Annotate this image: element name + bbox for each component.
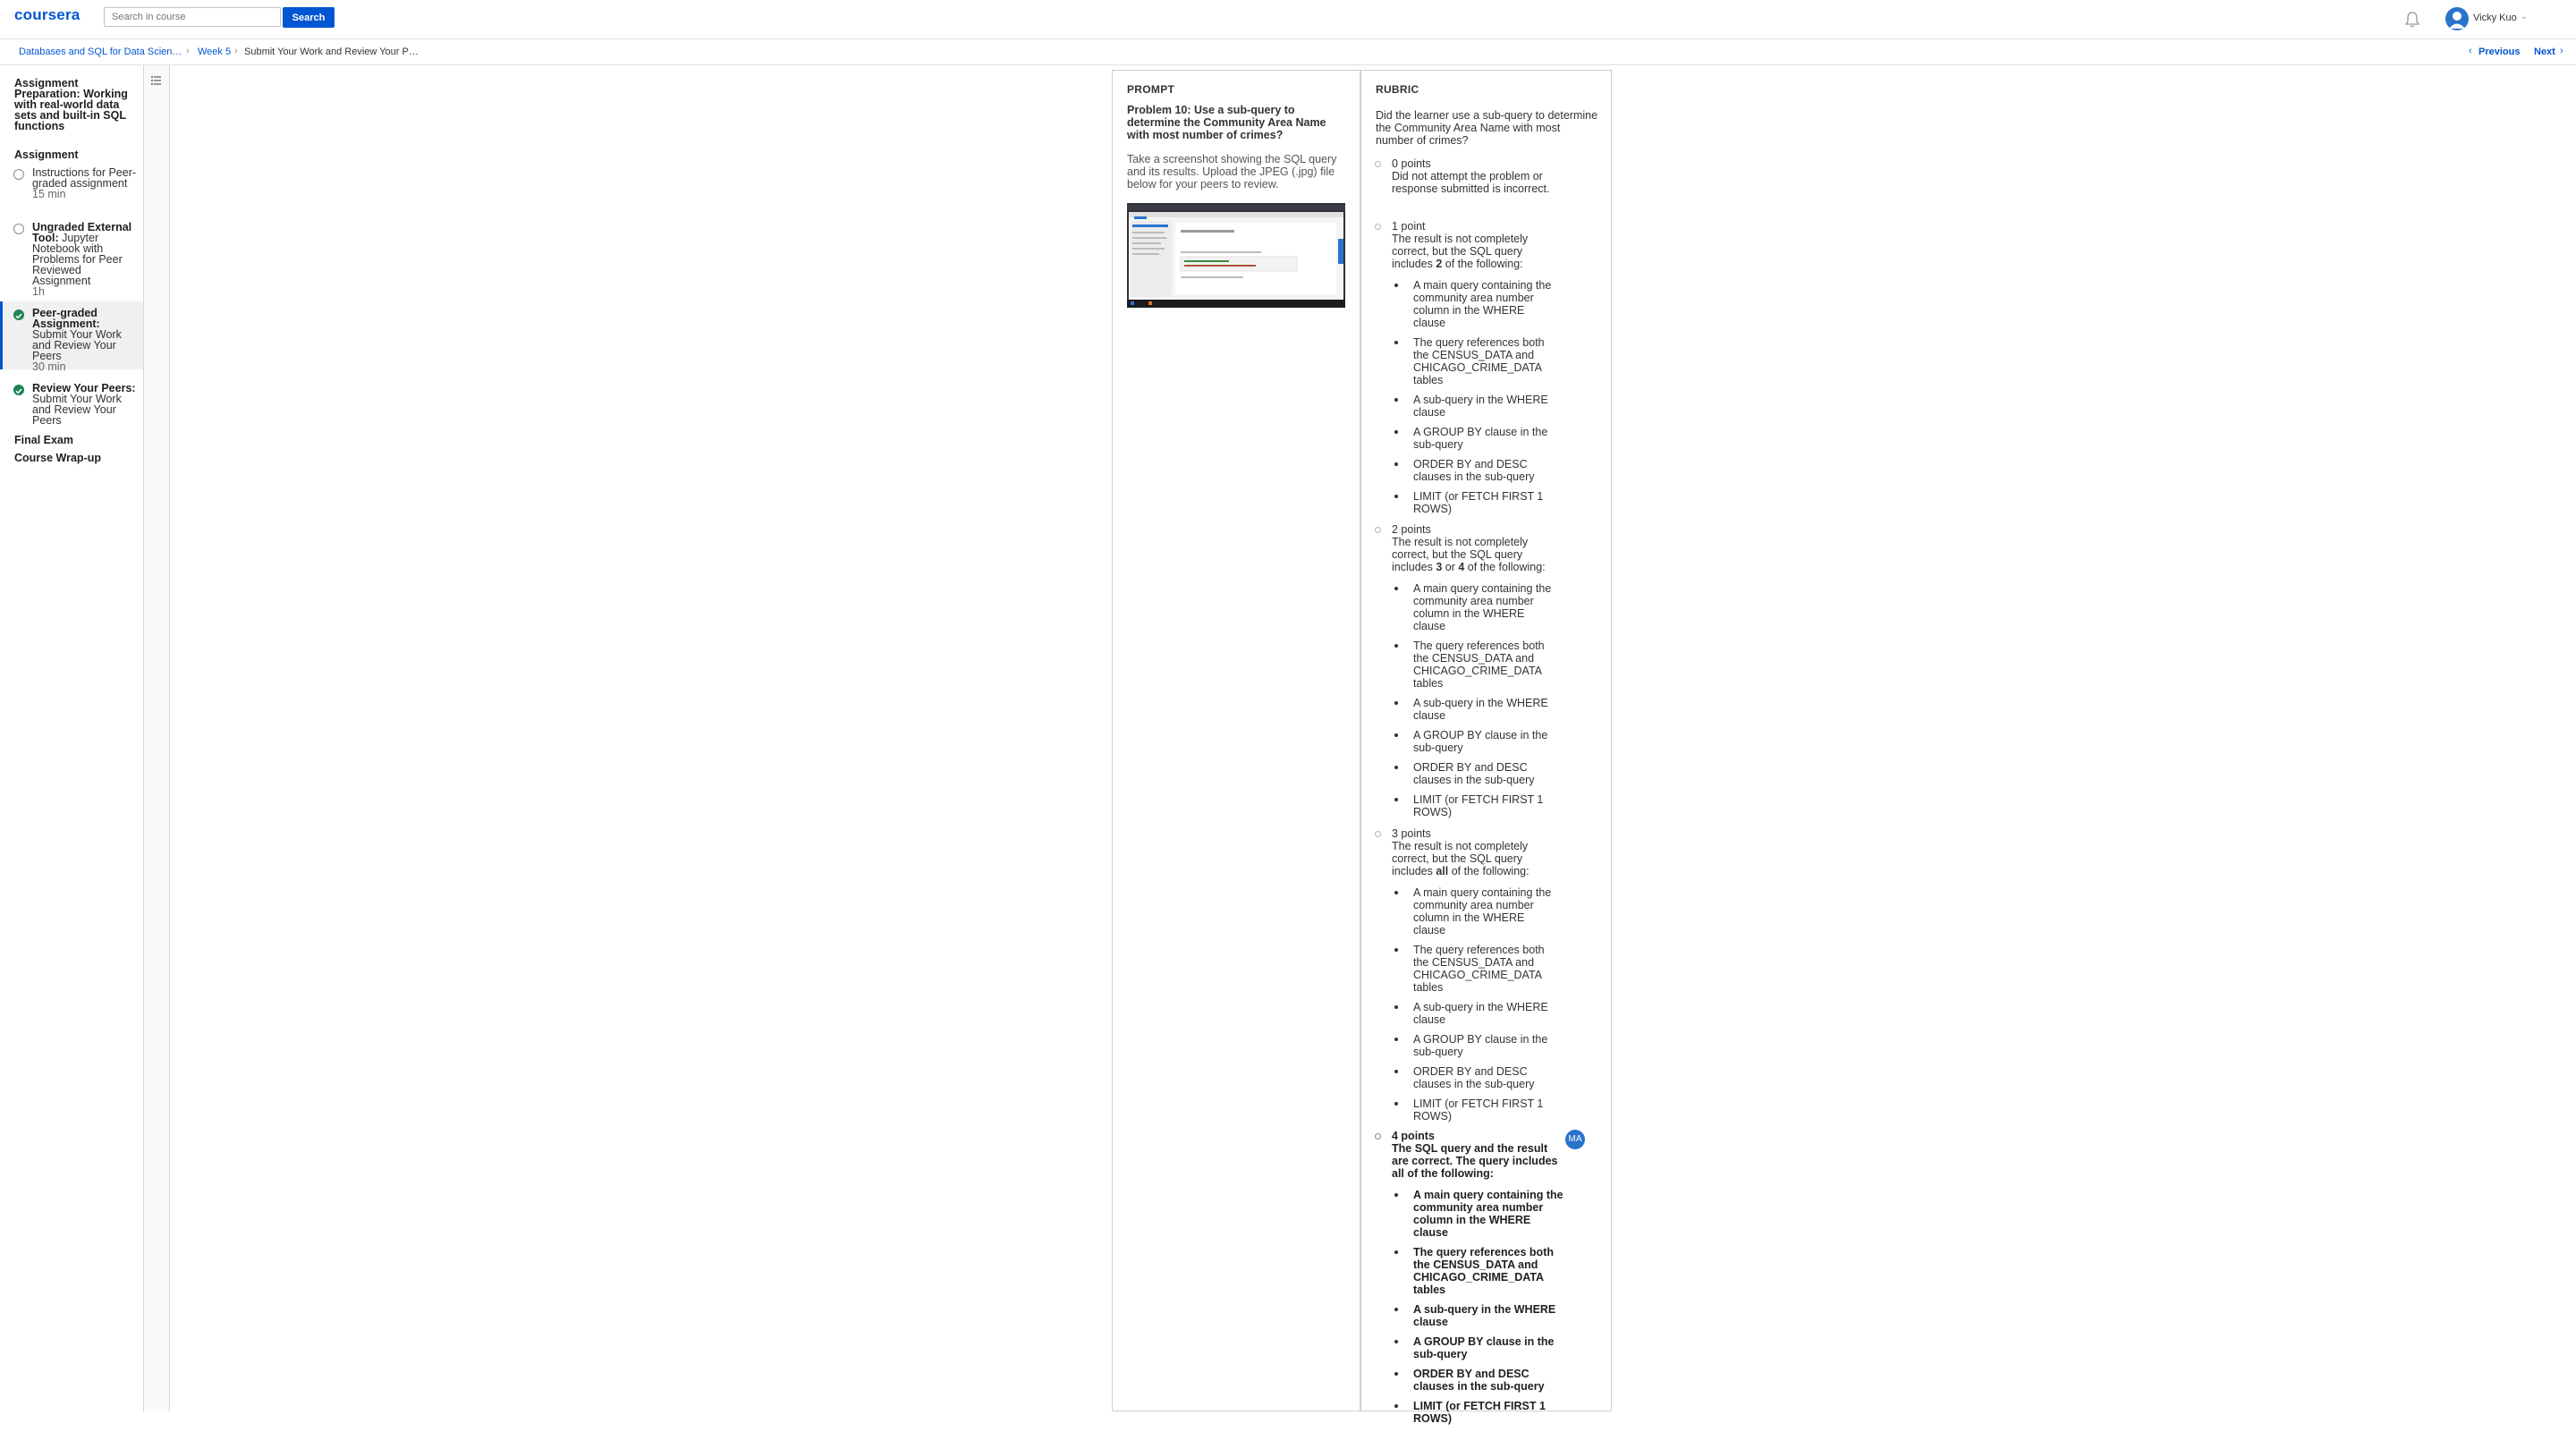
criteria-list: A main query containing the community ar… — [1392, 279, 1563, 515]
criteria-item: A main query containing the community ar… — [1392, 1189, 1565, 1239]
sidebar-item-title: Submit Your Work and Review Your Peers — [32, 328, 122, 362]
top-bar: coursera Search Vicky Kuo ⌄ — [0, 0, 2576, 39]
reading-icon — [13, 169, 24, 180]
breadcrumb-week[interactable]: Week 5 — [198, 47, 231, 57]
criteria-item: ORDER BY and DESC clauses in the sub-que… — [1392, 761, 1556, 786]
radio-button[interactable] — [1375, 831, 1381, 837]
criteria-item: A main query containing the community ar… — [1392, 279, 1556, 329]
criteria-item: A GROUP BY clause in the sub-query — [1392, 729, 1556, 754]
criteria-item: LIMIT (or FETCH FIRST 1 ROWS) — [1392, 490, 1556, 515]
toc-strip — [144, 65, 170, 1411]
radio-button[interactable] — [1375, 161, 1381, 167]
criteria-item: ORDER BY and DESC clauses in the sub-que… — [1392, 458, 1556, 483]
criteria-item: The query references both the CENSUS_DAT… — [1392, 336, 1556, 386]
radio-button[interactable] — [1375, 527, 1381, 533]
radio-button[interactable] — [1375, 1133, 1381, 1140]
criteria-item: A GROUP BY clause in the sub-query — [1392, 426, 1556, 451]
sidebar-item-type: Peer-graded Assignment: — [32, 307, 100, 330]
rubric-option-points: 4 points — [1392, 1130, 1435, 1142]
rubric-label: RUBRIC — [1376, 83, 1419, 96]
sidebar-item-duration: 1h — [32, 285, 45, 298]
criteria-item: A sub-query in the WHERE clause — [1392, 1303, 1565, 1328]
rubric-question: Did the learner use a sub-query to deter… — [1376, 109, 1598, 147]
course-sidebar: Assignment Preparation: Working with rea… — [0, 65, 144, 1411]
criteria-item: The query references both the CENSUS_DAT… — [1392, 944, 1556, 994]
criteria-item: A main query containing the community ar… — [1392, 582, 1556, 632]
sidebar-item-title: Instructions for Peer-graded assignment — [32, 166, 137, 190]
prompt-body: Take a screenshot showing the SQL query … — [1127, 153, 1337, 191]
sidebar-section-wrapup[interactable]: Course Wrap-up — [14, 453, 131, 464]
breadcrumb-current: Submit Your Work and Review Your P… — [244, 47, 419, 57]
user-avatar-icon[interactable] — [2445, 7, 2469, 30]
previous-button[interactable]: Previous — [2479, 47, 2520, 57]
prompt-title: Problem 10: Use a sub-query to determine… — [1127, 104, 1326, 141]
breadcrumb-course[interactable]: Databases and SQL for Data Scien… — [19, 47, 182, 57]
rubric-option-text: Did not attempt the problem or response … — [1392, 170, 1550, 195]
rubric-option-text: The SQL query and the result are correct… — [1392, 1142, 1558, 1180]
sidebar-item-jupyter[interactable]: Ungraded External Tool: Jupyter Notebook… — [0, 222, 143, 297]
sidebar-lesson-title[interactable]: Assignment Preparation: Working with rea… — [14, 78, 131, 132]
criteria-list: A main query containing the community ar… — [1392, 886, 1563, 1123]
list-icon[interactable] — [150, 75, 161, 86]
search-input[interactable] — [104, 7, 281, 27]
checkmark-icon — [13, 385, 24, 395]
prompt-label: PROMPT — [1127, 83, 1175, 96]
next-button[interactable]: Next — [2534, 47, 2555, 57]
rubric-card: RUBRIC Did the learner use a sub-query t… — [1360, 70, 1612, 1425]
chevron-down-icon[interactable]: ⌄ — [2521, 12, 2528, 21]
rubric-option-text: The result is not completely correct, bu… — [1392, 536, 1546, 573]
coursera-logo[interactable]: coursera — [14, 6, 80, 24]
criteria-list: A main query containing the community ar… — [1392, 1189, 1563, 1425]
radio-button[interactable] — [1375, 224, 1381, 230]
search-button[interactable]: Search — [283, 7, 335, 28]
breadcrumb: Databases and SQL for Data Scien… › Week… — [0, 39, 2576, 65]
sidebar-item-peer-graded[interactable]: Peer-graded Assignment: Submit Your Work… — [0, 301, 143, 373]
bell-icon[interactable] — [2404, 11, 2420, 29]
rubric-option-text: The result is not completely correct, bu… — [1392, 840, 1530, 877]
chevron-right-icon[interactable]: › — [2560, 46, 2563, 56]
checkmark-icon — [13, 309, 24, 320]
sidebar-item-duration: 15 min — [32, 188, 66, 200]
external-tool-icon — [13, 224, 24, 234]
rubric-option-points: 0 points — [1392, 157, 1431, 170]
criteria-item: ORDER BY and DESC clauses in the sub-que… — [1392, 1065, 1556, 1090]
criteria-item: A sub-query in the WHERE clause — [1392, 394, 1556, 419]
criteria-item: A main query containing the community ar… — [1392, 886, 1556, 936]
sidebar-item-instructions[interactable]: Instructions for Peer-graded assignment … — [0, 167, 143, 212]
criteria-item: ORDER BY and DESC clauses in the sub-que… — [1392, 1368, 1565, 1393]
sidebar-item-title: Submit Your Work and Review Your Peers — [32, 393, 122, 427]
chevron-left-icon[interactable]: ‹ — [2469, 46, 2472, 56]
criteria-item: LIMIT (or FETCH FIRST 1 ROWS) — [1392, 1400, 1565, 1425]
rubric-option-points: 1 point — [1392, 220, 1426, 233]
rubric-option-points: 2 points — [1392, 523, 1431, 536]
sidebar-item-review-peers[interactable]: Review Your Peers: Submit Your Work and … — [0, 383, 143, 428]
rubric-option-text: The result is not completely correct, bu… — [1392, 233, 1529, 270]
sidebar-item-duration: 30 min — [32, 360, 66, 373]
submission-screenshot-image[interactable] — [1127, 203, 1345, 308]
criteria-item: The query references both the CENSUS_DAT… — [1392, 1246, 1565, 1296]
sidebar-section-assignment[interactable]: Assignment — [14, 149, 131, 161]
criteria-item: The query references both the CENSUS_DAT… — [1392, 640, 1556, 690]
chevron-right-icon: › — [186, 46, 190, 56]
criteria-item: A sub-query in the WHERE clause — [1392, 1001, 1556, 1026]
chevron-right-icon: › — [234, 46, 238, 56]
sidebar-section-final-exam[interactable]: Final Exam — [14, 435, 131, 446]
rubric-option-points: 3 points — [1392, 827, 1431, 840]
criteria-item: A sub-query in the WHERE clause — [1392, 697, 1556, 722]
criteria-list: A main query containing the community ar… — [1392, 582, 1563, 818]
criteria-item: A GROUP BY clause in the sub-query — [1392, 1335, 1565, 1360]
prompt-card: PROMPT Problem 10: Use a sub-query to de… — [1112, 70, 1360, 1411]
criteria-item: LIMIT (or FETCH FIRST 1 ROWS) — [1392, 793, 1556, 818]
criteria-item: LIMIT (or FETCH FIRST 1 ROWS) — [1392, 1097, 1556, 1123]
reviewer-avatar: MA — [1565, 1130, 1585, 1149]
user-name[interactable]: Vicky Kuo — [2473, 13, 2517, 23]
criteria-item: A GROUP BY clause in the sub-query — [1392, 1033, 1556, 1058]
